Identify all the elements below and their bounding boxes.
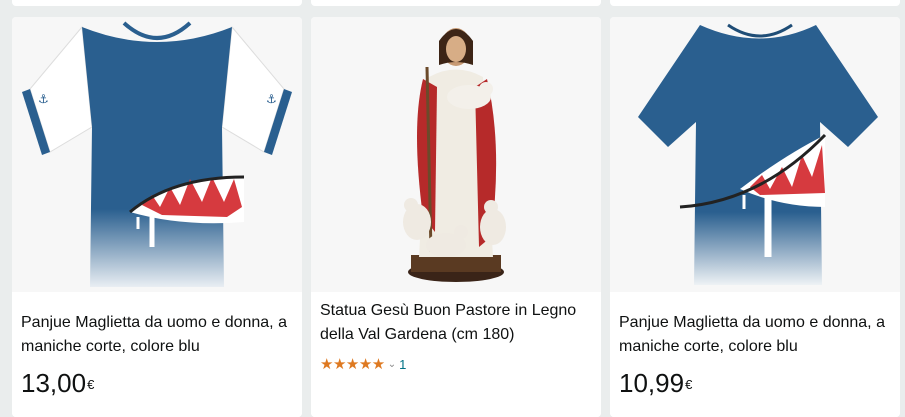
price-currency: € (87, 377, 95, 392)
product-title[interactable]: Panjue Maglietta da uomo e donna, a mani… (619, 311, 889, 359)
svg-text:⚓: ⚓ (38, 92, 49, 106)
star-rating-icon[interactable]: ★★★★★ (320, 355, 385, 373)
review-count[interactable]: 1 (399, 357, 406, 372)
rating-widget[interactable]: ★★★★★ ⌄ 1 (320, 354, 406, 374)
previous-row-card (610, 0, 900, 6)
product-price: 13,00€ (21, 368, 94, 398)
previous-row-card (311, 0, 601, 6)
product-price: 10,99€ (619, 368, 692, 398)
product-image[interactable] (311, 17, 601, 292)
product-image[interactable] (610, 17, 900, 292)
product-title[interactable]: Panjue Maglietta da uomo e donna, a mani… (21, 311, 291, 359)
product-card[interactable]: Statua Gesù Buon Pastore in Legno della … (311, 17, 601, 417)
previous-row-card (12, 0, 302, 6)
product-card[interactable]: ⚓ ⚓ Panjue Maglietta da uomo e donna, a … (12, 17, 302, 417)
price-value: 13,00 (21, 368, 87, 398)
product-image[interactable]: ⚓ ⚓ (12, 17, 302, 292)
chevron-down-icon[interactable]: ⌄ (388, 359, 396, 370)
price-currency: € (685, 377, 693, 392)
product-title[interactable]: Statua Gesù Buon Pastore in Legno della … (320, 299, 590, 347)
svg-text:⚓: ⚓ (266, 92, 277, 106)
price-value: 10,99 (619, 368, 685, 398)
product-card[interactable]: Panjue Maglietta da uomo e donna, a mani… (610, 17, 900, 417)
